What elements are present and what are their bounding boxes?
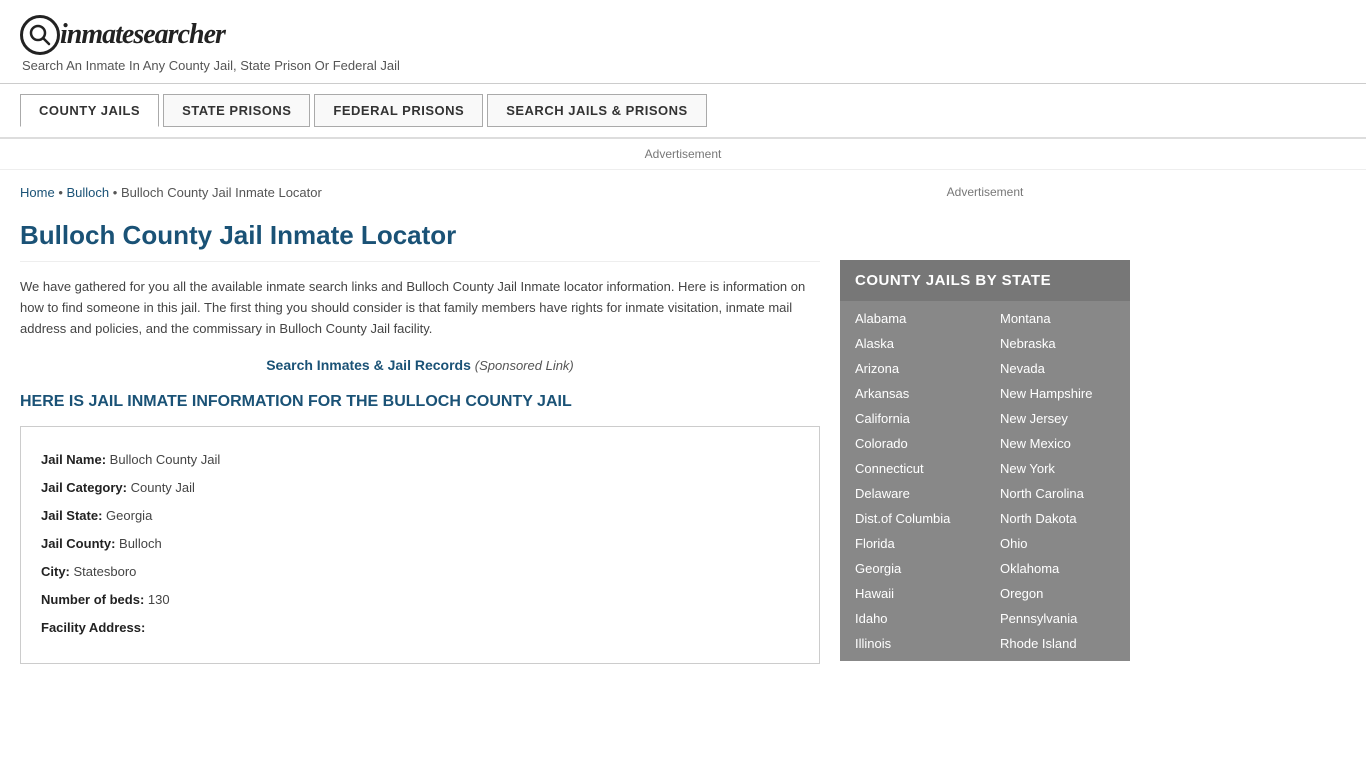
states-right-col: MontanaNebraskaNevadaNew HampshireNew Je… <box>985 306 1130 656</box>
header: inmatesearcher Search An Inmate In Any C… <box>0 0 1366 84</box>
state-item-right[interactable]: New York <box>985 456 1130 481</box>
tagline: Search An Inmate In Any County Jail, Sta… <box>22 58 1346 73</box>
page-title: Bulloch County Jail Inmate Locator <box>20 220 820 262</box>
description: We have gathered for you all the availab… <box>20 277 820 339</box>
jail-city-value: Statesboro <box>74 564 137 579</box>
state-item-right[interactable]: New Hampshire <box>985 381 1130 406</box>
state-item-left[interactable]: Arizona <box>840 356 985 381</box>
jail-city-field: City: Statesboro <box>41 559 799 585</box>
jail-address-field: Facility Address: <box>41 615 799 641</box>
state-item-left[interactable]: Idaho <box>840 606 985 631</box>
jail-category-value: County Jail <box>131 480 195 495</box>
logo-icon <box>20 15 60 55</box>
state-item-right[interactable]: Pennsylvania <box>985 606 1130 631</box>
jail-state-label: Jail State: <box>41 508 102 523</box>
state-item-right[interactable]: Oregon <box>985 581 1130 606</box>
nav-link-county-jails[interactable]: COUNTY JAILS <box>20 94 159 127</box>
info-box: Jail Name: Bulloch County Jail Jail Cate… <box>20 426 820 664</box>
sidebar-ad: Advertisement <box>840 185 1130 245</box>
state-item-left[interactable]: Florida <box>840 531 985 556</box>
jail-county-field: Jail County: Bulloch <box>41 531 799 557</box>
state-item-left[interactable]: Hawaii <box>840 581 985 606</box>
ad-banner: Advertisement <box>0 139 1366 170</box>
state-item-right[interactable]: North Dakota <box>985 506 1130 531</box>
states-grid: AlabamaAlaskaArizonaArkansasCaliforniaCo… <box>840 301 1130 661</box>
nav-link-state-prisons[interactable]: STATE PRISONS <box>163 94 310 127</box>
jail-beds-value: 130 <box>148 592 170 607</box>
state-item-left[interactable]: Delaware <box>840 481 985 506</box>
state-item-right[interactable]: Oklahoma <box>985 556 1130 581</box>
jail-city-label: City: <box>41 564 70 579</box>
state-item-left[interactable]: Connecticut <box>840 456 985 481</box>
nav-item-federal-prisons[interactable]: FEDERAL PRISONS <box>314 94 487 127</box>
sponsored-link-area: Search Inmates & Jail Records (Sponsored… <box>20 357 820 373</box>
state-item-left[interactable]: Georgia <box>840 556 985 581</box>
jail-beds-label: Number of beds: <box>41 592 144 607</box>
breadcrumb-home[interactable]: Home <box>20 185 55 200</box>
states-left-col: AlabamaAlaskaArizonaArkansasCaliforniaCo… <box>840 306 985 656</box>
logo-area: inmatesearcher <box>20 15 1346 55</box>
nav-list: COUNTY JAILS STATE PRISONS FEDERAL PRISO… <box>20 94 1346 127</box>
nav-link-federal-prisons[interactable]: FEDERAL PRISONS <box>314 94 483 127</box>
state-item-right[interactable]: Nebraska <box>985 331 1130 356</box>
jail-beds-field: Number of beds: 130 <box>41 587 799 613</box>
state-item-right[interactable]: Nevada <box>985 356 1130 381</box>
breadcrumb-bulloch[interactable]: Bulloch <box>67 185 110 200</box>
section-heading: HERE IS JAIL INMATE INFORMATION FOR THE … <box>20 393 820 411</box>
sponsored-link[interactable]: Search Inmates & Jail Records <box>266 357 471 373</box>
state-item-left[interactable]: California <box>840 406 985 431</box>
logo-text: inmatesearcher <box>60 19 225 51</box>
state-item-left[interactable]: Alaska <box>840 331 985 356</box>
logo-italic: inmate <box>60 19 133 50</box>
county-jails-box: COUNTY JAILS BY STATE AlabamaAlaskaArizo… <box>840 260 1130 661</box>
nav-item-county-jails[interactable]: COUNTY JAILS <box>20 94 163 127</box>
state-item-left[interactable]: Dist.of Columbia <box>840 506 985 531</box>
sidebar: Advertisement COUNTY JAILS BY STATE Alab… <box>820 170 1130 679</box>
jail-category-label: Jail Category: <box>41 480 127 495</box>
state-item-left[interactable]: Illinois <box>840 631 985 656</box>
logo-bold: searcher <box>133 19 225 50</box>
state-item-left[interactable]: Colorado <box>840 431 985 456</box>
state-item-right[interactable]: Ohio <box>985 531 1130 556</box>
breadcrumb-current: Bulloch County Jail Inmate Locator <box>121 185 322 200</box>
nav-item-search[interactable]: SEARCH JAILS & PRISONS <box>487 94 710 127</box>
sidebar-ad-label: Advertisement <box>947 185 1024 199</box>
jail-state-value: Georgia <box>106 508 152 523</box>
jail-state-field: Jail State: Georgia <box>41 503 799 529</box>
state-item-left[interactable]: Arkansas <box>840 381 985 406</box>
breadcrumb-sep2: • <box>113 185 118 200</box>
state-item-right[interactable]: New Mexico <box>985 431 1130 456</box>
content: Home • Bulloch • Bulloch County Jail Inm… <box>20 170 820 679</box>
nav-item-state-prisons[interactable]: STATE PRISONS <box>163 94 314 127</box>
state-item-right[interactable]: New Jersey <box>985 406 1130 431</box>
state-item-left[interactable]: Alabama <box>840 306 985 331</box>
ad-banner-label: Advertisement <box>645 147 722 161</box>
jail-name-field: Jail Name: Bulloch County Jail <box>41 447 799 473</box>
state-item-right[interactable]: Rhode Island <box>985 631 1130 656</box>
jail-address-label: Facility Address: <box>41 620 145 635</box>
main-layout: Home • Bulloch • Bulloch County Jail Inm… <box>0 170 1366 679</box>
state-item-right[interactable]: Montana <box>985 306 1130 331</box>
jail-name-label: Jail Name: <box>41 452 106 467</box>
jail-county-label: Jail County: <box>41 536 115 551</box>
breadcrumb: Home • Bulloch • Bulloch County Jail Inm… <box>20 185 820 200</box>
nav-link-search[interactable]: SEARCH JAILS & PRISONS <box>487 94 706 127</box>
sponsored-suffix: (Sponsored Link) <box>475 358 574 373</box>
county-jails-title: COUNTY JAILS BY STATE <box>840 260 1130 301</box>
jail-county-value: Bulloch <box>119 536 162 551</box>
breadcrumb-sep1: • <box>58 185 63 200</box>
jail-name-value: Bulloch County Jail <box>110 452 221 467</box>
nav: COUNTY JAILS STATE PRISONS FEDERAL PRISO… <box>0 84 1366 139</box>
state-item-right[interactable]: North Carolina <box>985 481 1130 506</box>
jail-category-field: Jail Category: County Jail <box>41 475 799 501</box>
